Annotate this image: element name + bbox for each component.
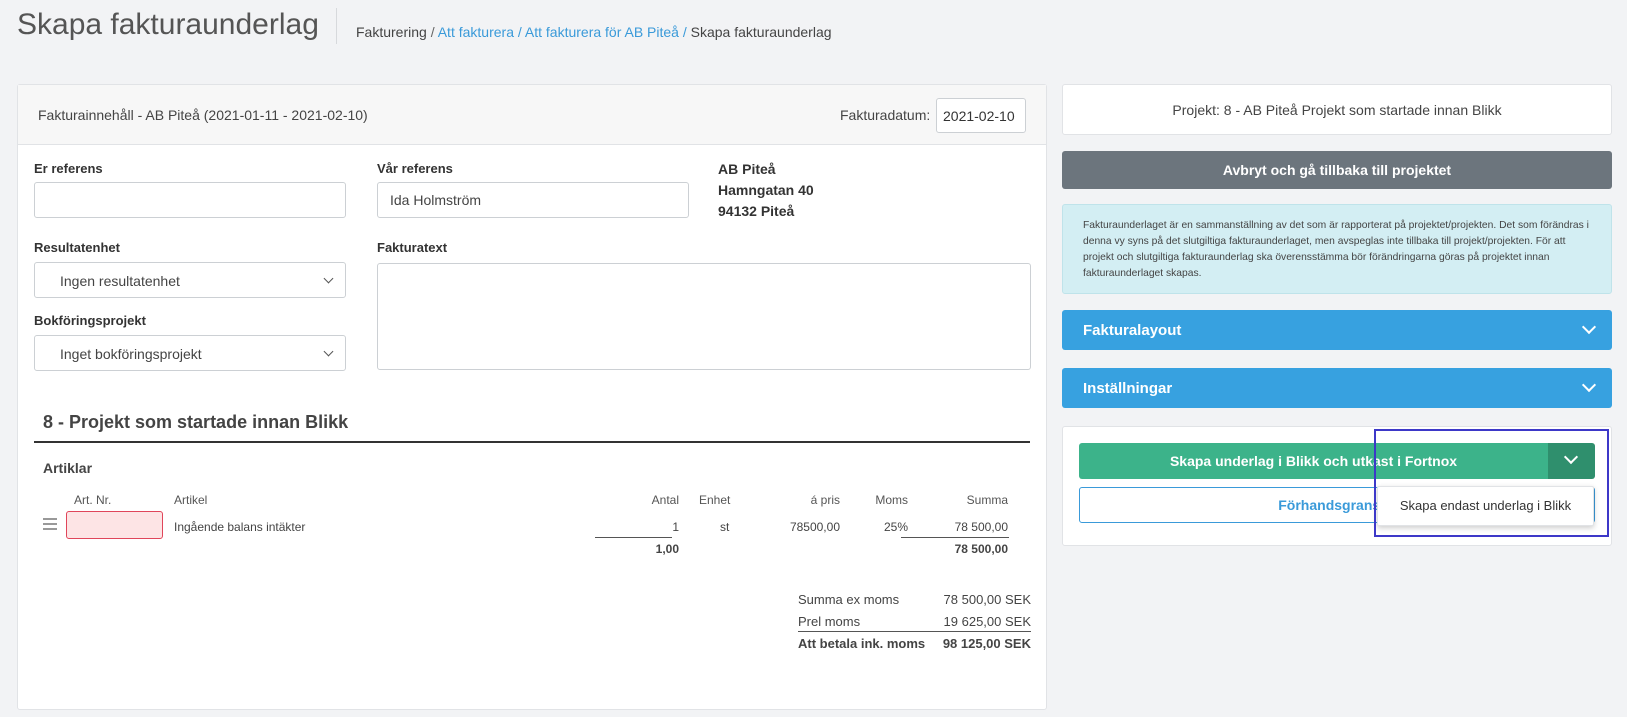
invoice-date-label: Fakturadatum: [840, 107, 931, 123]
chevron-down-icon [1581, 319, 1597, 335]
bokforingsprojekt-value: Inget bokföringsprojekt [60, 346, 202, 362]
sum-total: 78 500,00 [954, 542, 1008, 556]
resultatenhet-select[interactable]: Ingen resultatenhet [34, 262, 346, 298]
resultatenhet-label: Resultatenhet [34, 240, 120, 255]
var-referens-input[interactable] [377, 182, 689, 218]
fakturatext-textarea[interactable] [377, 263, 1031, 370]
project-section-title: 8 - Projekt som startade innan Blikk [43, 412, 349, 432]
cancel-back-to-project-button[interactable]: Avbryt och gå tillbaka till projektet [1062, 151, 1612, 189]
er-referens-input[interactable] [34, 182, 346, 218]
total-ex-vat-value: 78 500,00 SEK [943, 592, 1031, 607]
breadcrumb-separator: / [517, 24, 522, 40]
breadcrumb-separator: / [430, 24, 435, 40]
column-header-sum: Summa [966, 493, 1008, 507]
info-alert: Fakturaunderlaget är en sammanställning … [1062, 204, 1612, 294]
quantity-total: 1,00 [655, 542, 679, 556]
invoice-panel: Fakturainnehåll - AB Piteå (2021-01-11 -… [17, 84, 1047, 710]
breadcrumb-link-att-fakturera[interactable]: Att fakturera [438, 24, 514, 40]
column-header-unit: Enhet [699, 493, 731, 507]
table-cell-price[interactable]: 78500,00 [758, 520, 840, 534]
bokforingsprojekt-label: Bokföringsprojekt [34, 313, 146, 328]
accordion-installningar[interactable]: Inställningar [1062, 368, 1612, 408]
invoice-panel-header: Fakturainnehåll - AB Piteå (2021-01-11 -… [18, 85, 1046, 145]
info-text: Fakturaunderlaget är en sammanställning … [1083, 220, 1589, 279]
project-divider [34, 441, 1030, 443]
breadcrumb-link-customer[interactable]: Att fakturera för AB Piteå [525, 24, 679, 40]
table-cell-sum: 78 500,00 [954, 520, 1008, 534]
table-cell-vat: 25% [883, 520, 908, 534]
customer-address: AB Piteå Hamngatan 40 94132 Piteå [718, 159, 814, 222]
highlight-box [1374, 429, 1609, 537]
accordion-fakturalayout[interactable]: Fakturalayout [1062, 310, 1612, 350]
sum-total-rule [901, 537, 1009, 538]
column-header-price: á pris [810, 493, 840, 507]
breadcrumb-item-fakturering: Fakturering [356, 24, 427, 40]
chevron-down-icon [323, 346, 334, 357]
bokforingsprojekt-select[interactable]: Inget bokföringsprojekt [34, 335, 346, 371]
articles-title: Artiklar [43, 460, 93, 476]
page-title: Skapa fakturaunderlag [17, 8, 319, 41]
project-label: Projekt: 8 - AB Piteå Projekt som starta… [1172, 102, 1502, 118]
invoice-content-title: Fakturainnehåll - AB Piteå (2021-01-11 -… [38, 107, 368, 123]
total-inc-vat-value: 98 125,00 SEK [942, 636, 1031, 651]
accordion-fakturalayout-label: Fakturalayout [1083, 322, 1182, 339]
header-divider [336, 8, 337, 44]
total-ex-vat-label: Summa ex moms [798, 592, 900, 607]
er-referens-label: Er referens [34, 161, 103, 176]
var-referens-label: Vår referens [377, 161, 453, 176]
column-header-art-nr: Art. Nr. [74, 493, 112, 507]
drag-handle-icon[interactable] [43, 518, 57, 533]
quantity-sum-rule [595, 537, 672, 538]
table-cell-article: Ingående balans intäkter [174, 520, 306, 534]
breadcrumb-item-current: Skapa fakturaunderlag [690, 24, 832, 40]
project-info-box: Projekt: 8 - AB Piteå Projekt som starta… [1062, 84, 1612, 135]
totals-divider [798, 631, 1031, 632]
customer-city: 94132 Piteå [718, 203, 795, 219]
customer-street: Hamngatan 40 [718, 182, 814, 198]
table-cell-quantity[interactable]: 1 [618, 520, 679, 534]
accordion-installningar-label: Inställningar [1083, 380, 1173, 397]
total-inc-vat-label: Att betala ink. moms [798, 636, 926, 651]
chevron-down-icon [323, 273, 334, 284]
breadcrumb-separator: / [682, 24, 687, 40]
chevron-down-icon [1581, 377, 1597, 393]
art-nr-input[interactable] [66, 511, 163, 539]
customer-name: AB Piteå [718, 161, 776, 177]
vat-value: 19 625,00 SEK [943, 614, 1031, 629]
fakturatext-label: Fakturatext [377, 240, 448, 255]
column-header-article: Artikel [174, 493, 208, 507]
vat-label: Prel moms [798, 614, 861, 629]
column-header-quantity: Antal [651, 493, 679, 507]
invoice-date-input[interactable] [936, 98, 1026, 133]
table-cell-unit: st [720, 520, 730, 534]
resultatenhet-value: Ingen resultatenhet [60, 273, 180, 289]
column-header-vat: Moms [875, 493, 908, 507]
breadcrumb: Fakturering / Att fakturera / Att faktur… [356, 24, 832, 40]
